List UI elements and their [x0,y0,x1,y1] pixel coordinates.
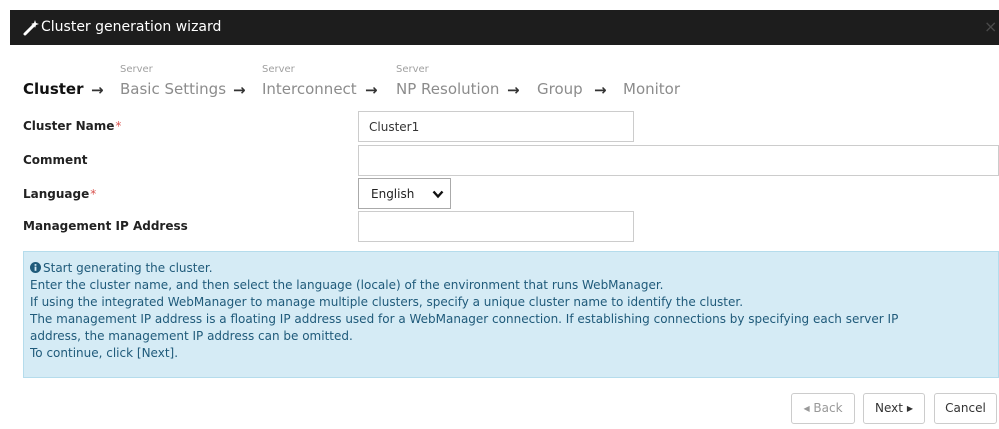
comment-input[interactable] [358,145,999,176]
step-sublabel: Server [262,64,295,75]
management-ip-label: Management IP Address [23,219,188,233]
info-line: Enter the cluster name, and then select … [30,278,664,292]
management-ip-input[interactable] [358,211,634,242]
wand-icon [23,20,39,36]
step-label: Interconnect [262,80,357,98]
step-sublabel: Server [396,64,429,75]
chevron-down-icon [432,190,444,199]
next-button[interactable]: Next ▶ [863,393,925,424]
arrow-right-icon: → [594,81,607,99]
info-line: address, the management IP address can b… [30,329,353,343]
step-label: Group [537,80,583,98]
step-label: NP Resolution [396,80,500,98]
language-selected-value: English [371,187,415,201]
wizard-steps: Cluster → Server Basic Settings → Server… [23,64,723,104]
info-icon [30,262,41,273]
step-label: Basic Settings [120,80,227,98]
info-line: To continue, click [Next]. [30,346,179,360]
info-message-box: Start generating the cluster. Enter the … [23,251,999,378]
language-label: Language* [23,187,97,201]
info-line: The management IP address is a floating … [30,312,899,326]
info-line: If using the integrated WebManager to ma… [30,295,744,309]
required-marker: * [90,187,97,201]
cluster-name-label: Cluster Name* [23,119,122,133]
arrow-right-icon: → [365,81,378,99]
close-icon[interactable]: × [984,18,997,36]
cancel-button[interactable]: Cancel [934,393,997,424]
caret-right-icon: ▶ [906,404,913,413]
required-marker: * [115,119,122,133]
back-button[interactable]: ◀ Back [791,393,855,424]
comment-label: Comment [23,153,88,167]
cluster-name-input[interactable] [358,111,634,142]
dialog-titlebar: Cluster generation wizard × [10,10,999,45]
step-label: Cluster [23,80,84,98]
arrow-right-icon: → [507,81,520,99]
info-line: Start generating the cluster. [30,260,992,277]
step-sublabel: Server [120,64,153,75]
arrow-right-icon: → [233,81,246,99]
dialog-title: Cluster generation wizard [41,19,222,35]
arrow-right-icon: → [91,81,104,99]
caret-left-icon: ◀ [803,404,810,413]
step-label: Monitor [623,80,681,98]
language-select[interactable]: English [358,178,451,209]
